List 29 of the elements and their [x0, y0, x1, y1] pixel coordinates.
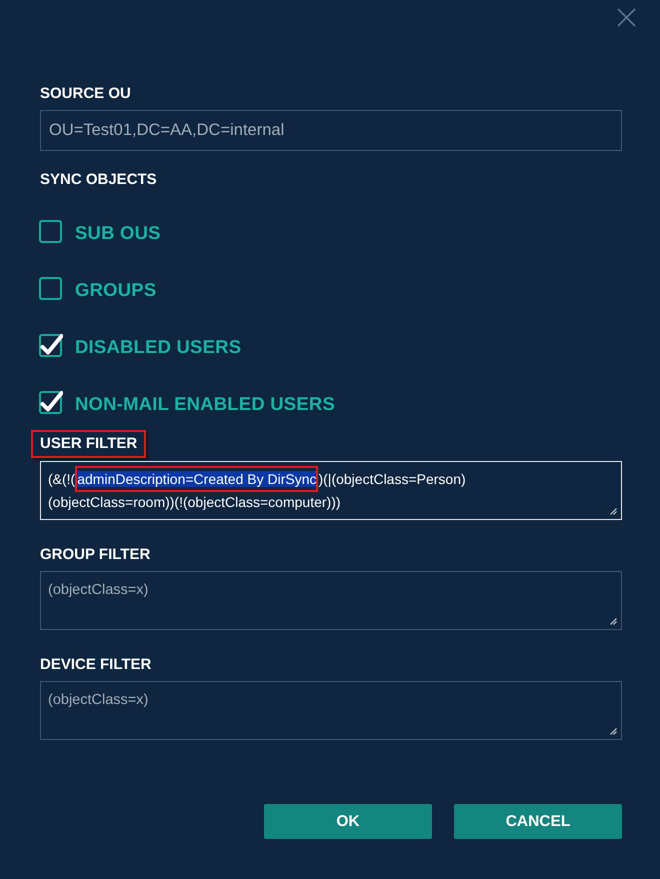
checkbox-label[interactable]: DISABLED USERS [75, 336, 242, 358]
checkbox-label[interactable]: NON-MAIL ENABLED USERS [75, 393, 335, 415]
filter-field[interactable]: (objectClass=x) [40, 571, 622, 630]
filter-text: (objectClass=room))(!(objectClass=computer))) [48, 494, 341, 510]
checkbox-label[interactable]: GROUPS [75, 279, 156, 301]
selected-text: adminDescription=Created By DirSync [77, 471, 316, 487]
checkbox-label[interactable]: SUB OUS [75, 222, 161, 244]
cancel-button[interactable]: CANCEL [454, 804, 622, 839]
checkbox[interactable] [39, 389, 63, 415]
resize-handle-icon[interactable] [610, 618, 617, 625]
close-icon [617, 8, 636, 27]
field-label: GROUP FILTER [40, 546, 150, 564]
checkbox[interactable] [39, 218, 63, 244]
close-button[interactable] [617, 8, 636, 27]
placeholder-text: (objectClass=x) [48, 582, 148, 598]
placeholder-text: (objectClass=x) [48, 692, 148, 708]
section-label: SYNC OBJECTS [40, 171, 157, 189]
resize-handle-icon[interactable] [610, 728, 617, 735]
filter-field[interactable]: (&(!(adminDescription=Created By DirSync)(|(objectClass=Person) (objectClass=room))(!(objectClass=computer))) [40, 461, 622, 520]
checkbox[interactable] [39, 332, 63, 358]
checkbox[interactable] [39, 275, 63, 301]
field-label: USER FILTER [40, 435, 138, 453]
field-label: DEVICE FILTER [40, 656, 152, 674]
filter-text: )(|(objectClass=Person) [318, 471, 466, 487]
filter-field[interactable]: (objectClass=x) [40, 681, 622, 740]
filter-text: (&(!( [48, 471, 76, 487]
resize-handle-icon[interactable] [610, 508, 617, 515]
field-label: SOURCE OU [40, 85, 131, 103]
ok-button[interactable]: OK [264, 804, 432, 839]
